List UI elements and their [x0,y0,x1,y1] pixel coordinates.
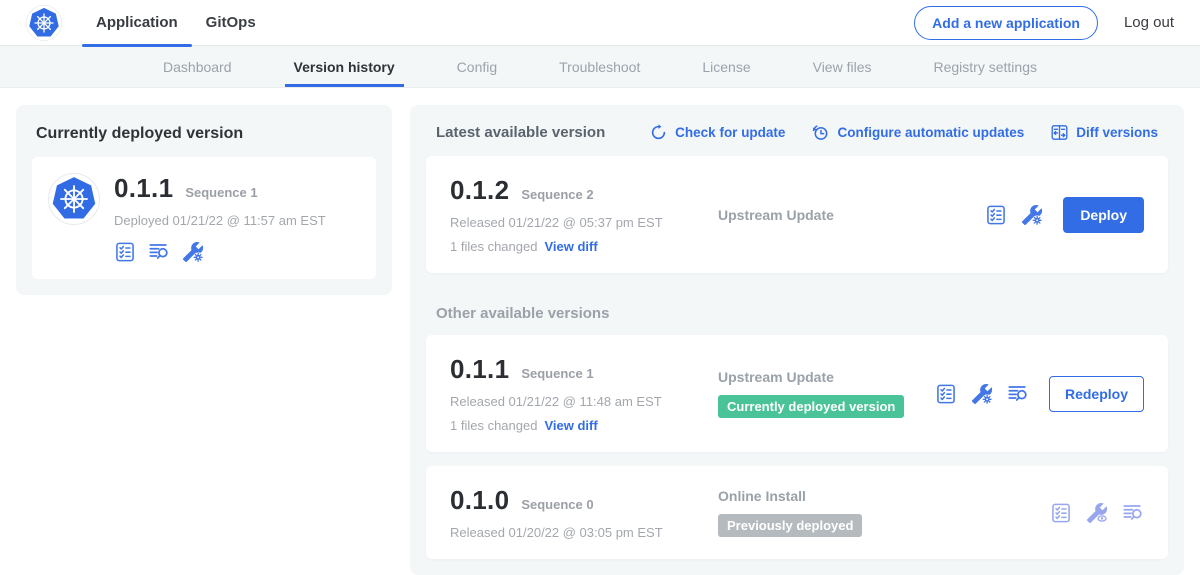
deployed-panel-title: Currently deployed version [36,125,372,143]
add-application-button[interactable]: Add a new application [914,6,1098,40]
preflight-checks-icon[interactable] [114,241,136,263]
kubernetes-logo-icon [26,5,62,41]
version-sequence: Sequence 1 [521,366,593,381]
edit-config-icon[interactable] [971,383,993,405]
version-source: Upstream Update Currently deployed versi… [702,369,935,418]
action-label: Diff versions [1076,125,1158,140]
version-card-0-1-2: 0.1.2 Sequence 2 Released 01/21/22 @ 05:… [426,156,1168,273]
view-config-icon[interactable] [1086,502,1108,524]
version-actions: Deploy [985,197,1144,233]
subnav-tab-label: Troubleshoot [559,59,640,75]
files-changed-label: 1 files changed [450,239,537,254]
configure-automatic-updates-link[interactable]: Configure automatic updates [811,123,1024,142]
subnav-tab-dashboard[interactable]: Dashboard [154,46,241,87]
subnav-tab-label: Registry settings [934,59,1037,75]
available-panel-header: Latest available version Check for updat… [426,121,1168,156]
deployed-version-number: 0.1.1 [114,173,173,204]
other-versions-title: Other available versions [436,305,1158,322]
version-info: 0.1.0 Sequence 0 Released 01/20/22 @ 03:… [450,485,702,540]
subnav-tab-registry-settings[interactable]: Registry settings [925,46,1046,87]
subnav-tab-config[interactable]: Config [448,46,506,87]
currently-deployed-badge: Currently deployed version [718,395,904,418]
check-for-update-link[interactable]: Check for update [649,123,785,142]
edit-config-icon[interactable] [1021,204,1043,226]
subnav-tab-license[interactable]: License [693,46,759,87]
version-sequence: Sequence 2 [521,187,593,202]
version-info: 0.1.2 Sequence 2 Released 01/21/22 @ 05:… [450,175,702,254]
version-source: Upstream Update [702,207,985,223]
header-tab-gitops[interactable]: GitOps [192,0,270,46]
version-actions: Redeploy [935,376,1144,412]
version-actions [1050,502,1144,524]
logout-button[interactable]: Log out [1124,14,1174,31]
subnav-tab-label: License [702,59,750,75]
app-subnav: Dashboard Version history Config Trouble… [0,46,1200,88]
subnav-tab-label: Version history [294,59,395,75]
deploy-logs-icon[interactable] [1007,383,1029,405]
subnav-tab-label: Dashboard [163,59,232,75]
edit-config-icon[interactable] [182,241,204,263]
deploy-logs-icon[interactable] [1122,502,1144,524]
subnav-tab-version-history[interactable]: Version history [285,46,404,87]
subnav-tab-troubleshoot[interactable]: Troubleshoot [550,46,649,87]
version-info: 0.1.1 Sequence 1 Released 01/21/22 @ 11:… [450,354,702,433]
header-tab-label: Application [96,14,178,31]
deploy-logs-icon[interactable] [148,241,170,263]
main-content: Currently deployed version 0.1.1 Sequenc… [0,88,1200,575]
preflight-checks-icon[interactable] [935,383,957,405]
deployed-version-card: 0.1.1 Sequence 1 Deployed 01/21/22 @ 11:… [32,157,376,279]
deployed-version-info: 0.1.1 Sequence 1 Deployed 01/21/22 @ 11:… [114,173,326,263]
latest-available-title: Latest available version [436,124,605,141]
panel-actions: Check for update Configure automatic upd… [649,123,1158,142]
app-kubernetes-logo-icon [48,173,100,225]
subnav-tab-label: View files [813,59,872,75]
header-tab-label: GitOps [206,14,256,31]
source-label: Upstream Update [718,207,985,223]
action-label: Check for update [675,125,785,140]
deployed-sequence: Sequence 1 [185,185,257,200]
schedule-update-icon [811,123,830,142]
subnav-tab-label: Config [457,59,497,75]
currently-deployed-panel: Currently deployed version 0.1.1 Sequenc… [16,105,392,295]
previously-deployed-badge: Previously deployed [718,514,862,537]
files-changed-label: 1 files changed [450,418,537,433]
diff-versions-icon [1050,123,1069,142]
subnav-tab-view-files[interactable]: View files [804,46,881,87]
version-sequence: Sequence 0 [521,497,593,512]
view-diff-link[interactable]: View diff [544,418,597,433]
released-timestamp: Released 01/21/22 @ 11:48 am EST [450,394,702,409]
action-label: Configure automatic updates [837,125,1024,140]
version-card-0-1-1: 0.1.1 Sequence 1 Released 01/21/22 @ 11:… [426,335,1168,452]
view-diff-link[interactable]: View diff [544,239,597,254]
released-timestamp: Released 01/21/22 @ 05:37 pm EST [450,215,702,230]
version-number: 0.1.1 [450,354,509,385]
header-tab-application[interactable]: Application [82,0,192,46]
refresh-icon [649,123,668,142]
version-number: 0.1.2 [450,175,509,206]
preflight-checks-icon[interactable] [985,204,1007,226]
available-versions-panel: Latest available version Check for updat… [410,105,1184,575]
version-number: 0.1.0 [450,485,509,516]
top-header: Application GitOps Add a new application… [0,0,1200,46]
diff-versions-link[interactable]: Diff versions [1050,123,1158,142]
source-label: Online Install [718,488,1050,504]
preflight-checks-icon[interactable] [1050,502,1072,524]
version-source: Online Install Previously deployed [702,488,1050,537]
deployed-timestamp: Deployed 01/21/22 @ 11:57 am EST [114,213,326,228]
redeploy-button[interactable]: Redeploy [1049,376,1144,412]
source-label: Upstream Update [718,369,935,385]
released-timestamp: Released 01/20/22 @ 03:05 pm EST [450,525,702,540]
deploy-button[interactable]: Deploy [1063,197,1144,233]
version-card-0-1-0: 0.1.0 Sequence 0 Released 01/20/22 @ 03:… [426,466,1168,559]
